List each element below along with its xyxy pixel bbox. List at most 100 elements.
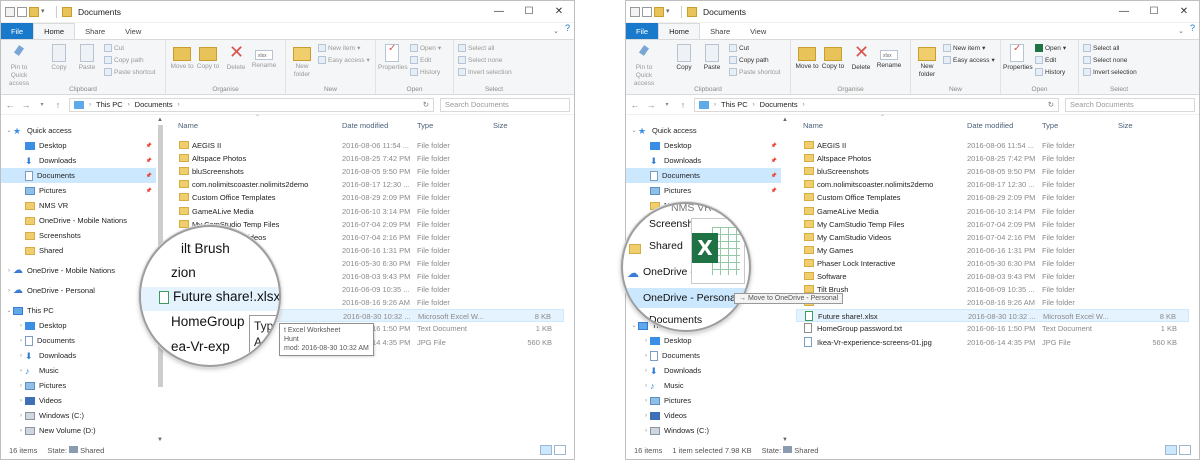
- nav-item[interactable]: Pictures 📌: [1, 183, 156, 198]
- history-button[interactable]: History: [1035, 68, 1065, 76]
- details-view-icon[interactable]: [540, 445, 552, 455]
- expand-chevron-icon[interactable]: ›: [642, 353, 650, 359]
- column-name[interactable]: Name: [178, 121, 198, 133]
- file-row[interactable]: My CamStudio Temp Files 2016-07-04 2:09 P…: [796, 218, 1189, 231]
- nav-item[interactable]: › Documents: [1, 333, 156, 348]
- file-row[interactable]: Phaser Lock Interactive 2016-05-30 6:30 P…: [796, 257, 1189, 270]
- large-icons-view-icon[interactable]: [554, 445, 566, 455]
- recent-locations-icon[interactable]: ▾: [662, 101, 672, 108]
- back-arrow-icon[interactable]: ←: [5, 100, 15, 110]
- properties-button[interactable]: Properties: [1003, 44, 1033, 72]
- up-arrow-icon[interactable]: ↑: [678, 100, 688, 110]
- minimize-button[interactable]: —: [1109, 6, 1139, 17]
- large-icons-view-icon[interactable]: [1179, 445, 1191, 455]
- properties-qat-icon[interactable]: [5, 6, 15, 17]
- tab-home[interactable]: Home: [33, 23, 76, 39]
- expand-chevron-icon[interactable]: ›: [5, 288, 13, 294]
- delete-button[interactable]: Delete: [222, 41, 250, 72]
- breadcrumb-separator-icon[interactable]: ›: [714, 102, 716, 108]
- file-row[interactable]: AEGIS II 2016-08-06 11:54 ... File folder: [171, 139, 564, 152]
- expand-chevron-icon[interactable]: ›: [642, 413, 650, 419]
- rename-button[interactable]: Rename: [250, 44, 278, 70]
- nav-item[interactable]: › Desktop: [1, 318, 156, 333]
- maximize-button[interactable]: ☐: [1139, 6, 1169, 17]
- search-input[interactable]: Search Documents: [440, 97, 570, 112]
- nav-item[interactable]: ⌄ Quick access: [1, 123, 156, 138]
- check-qat-icon[interactable]: [17, 6, 27, 17]
- address-bar[interactable]: › This PC › Documents › ↻: [694, 97, 1059, 112]
- expand-chevron-icon[interactable]: ›: [642, 368, 650, 374]
- properties-button[interactable]: Properties: [378, 44, 408, 72]
- edit-button[interactable]: Edit: [410, 56, 431, 64]
- invert-selection-button[interactable]: Invert selection: [1083, 68, 1137, 76]
- file-row[interactable]: HomeGroup password.txt 2016-06-16 1:50 PM…: [796, 322, 1189, 335]
- copy-button[interactable]: Copy: [670, 44, 698, 72]
- breadcrumb-separator-icon[interactable]: ›: [89, 102, 91, 108]
- file-row[interactable]: Custom Office Templates 2016-08-29 2:09 P…: [171, 191, 564, 204]
- new-item-button[interactable]: New item ▾: [318, 44, 360, 52]
- breadcrumb-this-pc[interactable]: This PC: [721, 100, 748, 109]
- breadcrumb-this-pc[interactable]: This PC: [96, 100, 123, 109]
- expand-ribbon-icon[interactable]: ⌄: [553, 23, 565, 39]
- delete-button[interactable]: Delete: [847, 41, 875, 72]
- breadcrumb-documents[interactable]: Documents: [135, 100, 173, 109]
- search-input[interactable]: Search Documents: [1065, 97, 1195, 112]
- nav-item[interactable]: › Videos: [1, 393, 156, 408]
- nav-item[interactable]: Downloads 📌: [626, 153, 781, 168]
- cut-button[interactable]: Cut: [729, 44, 749, 52]
- nav-item[interactable]: Pictures 📌: [626, 183, 781, 198]
- nav-scrollbar[interactable]: ▲ ▼: [781, 117, 790, 443]
- nav-item[interactable]: › Documents: [626, 348, 781, 363]
- nav-item[interactable]: Documents 📌: [1, 168, 156, 183]
- paste-button[interactable]: Paste: [73, 44, 101, 72]
- nav-item[interactable]: › Desktop: [626, 333, 781, 348]
- nav-item[interactable]: › Pictures: [1, 378, 156, 393]
- paste-shortcut-button[interactable]: Paste shortcut: [729, 68, 781, 76]
- new-folder-qat-icon[interactable]: [29, 6, 39, 17]
- expand-chevron-icon[interactable]: ›: [17, 353, 25, 359]
- breadcrumb-documents[interactable]: Documents: [760, 100, 798, 109]
- forward-arrow-icon[interactable]: →: [646, 100, 656, 110]
- expand-chevron-icon[interactable]: ⌄: [630, 127, 638, 134]
- refresh-icon[interactable]: ↻: [423, 100, 429, 109]
- open-button[interactable]: Open ▾: [1035, 44, 1066, 52]
- select-all-button[interactable]: Select all: [1083, 44, 1119, 52]
- expand-chevron-icon[interactable]: ›: [17, 398, 25, 404]
- file-row[interactable]: My Games 2016-06-16 1:31 PM File folder: [796, 244, 1189, 257]
- expand-chevron-icon[interactable]: ›: [17, 323, 25, 329]
- nav-item[interactable]: Downloads 📌: [1, 153, 156, 168]
- column-type[interactable]: Type: [417, 121, 433, 133]
- move-to-button[interactable]: Move to: [793, 44, 821, 71]
- easy-access-button[interactable]: Easy access ▾: [318, 56, 370, 64]
- copy-path-button[interactable]: Copy path: [104, 56, 144, 64]
- customize-qat-icon[interactable]: ▾: [666, 7, 676, 17]
- expand-chevron-icon[interactable]: ›: [642, 338, 650, 344]
- nav-item[interactable]: › Pictures: [626, 393, 781, 408]
- tab-share[interactable]: Share: [700, 23, 740, 39]
- column-date-modified[interactable]: Date modified: [967, 121, 1013, 133]
- history-button[interactable]: History: [410, 68, 440, 76]
- expand-chevron-icon[interactable]: ›: [642, 398, 650, 404]
- select-all-button[interactable]: Select all: [458, 44, 494, 52]
- breadcrumb-separator-icon[interactable]: ›: [803, 102, 805, 108]
- invert-selection-button[interactable]: Invert selection: [458, 68, 512, 76]
- nav-item[interactable]: Desktop 📌: [626, 138, 781, 153]
- recent-locations-icon[interactable]: ▾: [37, 101, 47, 108]
- breadcrumb-separator-icon[interactable]: ›: [128, 102, 130, 108]
- edit-button[interactable]: Edit: [1035, 56, 1056, 64]
- new-folder-button[interactable]: New folder: [288, 44, 316, 79]
- file-row[interactable]: GameALive Media 2016-06-10 3:14 PM File fo…: [171, 205, 564, 218]
- file-row[interactable]: com.nolimitscoaster.nolimits2demo 2016-08…: [796, 178, 1189, 191]
- expand-chevron-icon[interactable]: ›: [17, 413, 25, 419]
- expand-chevron-icon[interactable]: ⌄: [5, 307, 13, 314]
- column-size[interactable]: Size: [493, 121, 508, 133]
- column-type[interactable]: Type: [1042, 121, 1058, 133]
- properties-qat-icon[interactable]: [630, 6, 640, 17]
- nav-item[interactable]: › Windows (C:): [1, 408, 156, 423]
- cut-button[interactable]: Cut: [104, 44, 124, 52]
- rename-button[interactable]: Rename: [875, 44, 903, 70]
- nav-item[interactable]: Desktop 📌: [1, 138, 156, 153]
- file-row[interactable]: com.nolimitscoaster.nolimits2demo 2016-08…: [171, 178, 564, 191]
- scroll-up-icon[interactable]: ▲: [157, 117, 163, 123]
- nav-item[interactable]: › Downloads: [1, 348, 156, 363]
